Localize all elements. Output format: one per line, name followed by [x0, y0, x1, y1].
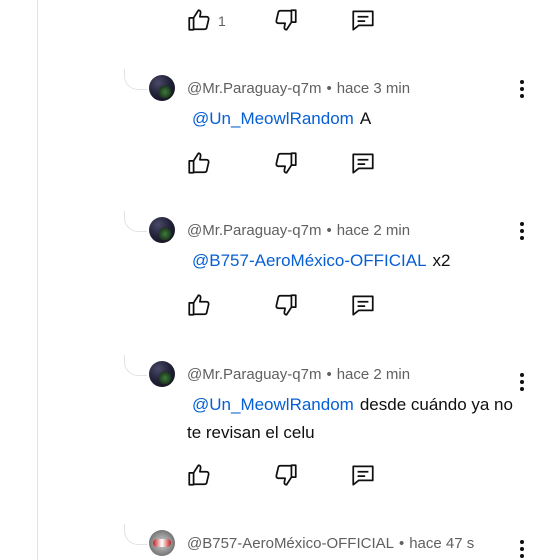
- meta-separator: •: [398, 535, 405, 552]
- meta-separator: •: [326, 80, 332, 97]
- thumb-up-icon: [188, 152, 210, 174]
- avatar[interactable]: [149, 530, 175, 556]
- comment-meta: @B757-AeroMéxico-OFFICIAL • hace 47 s: [187, 535, 474, 552]
- thumb-up-icon: [188, 464, 210, 486]
- like-button[interactable]: [186, 150, 212, 176]
- more-options-button[interactable]: [515, 371, 529, 393]
- comment-meta: @Mr.Paraguay-q7m • hace 3 min: [187, 80, 410, 97]
- mention-link[interactable]: @B757-AeroMéxico-OFFICIAL: [192, 251, 427, 270]
- comment-reply-icon: [352, 295, 374, 316]
- thread-connector: [124, 524, 147, 545]
- like-button[interactable]: [186, 7, 212, 33]
- thumb-up-icon: [188, 294, 210, 316]
- comment-reply-icon: [352, 153, 374, 174]
- more-options-button[interactable]: [515, 538, 529, 560]
- like-button[interactable]: [186, 292, 212, 318]
- reply-item: @Mr.Paraguay-q7m • hace 2 min @B757-AeroMé…: [0, 211, 560, 359]
- reply-button[interactable]: [350, 292, 376, 318]
- comment-reply-icon: [352, 465, 374, 486]
- timestamp[interactable]: hace 2 min: [337, 366, 410, 383]
- avatar[interactable]: [149, 217, 175, 243]
- reply-button[interactable]: [350, 462, 376, 488]
- dislike-button[interactable]: [273, 7, 299, 33]
- thread-connector: [124, 69, 147, 90]
- reply-button[interactable]: [350, 150, 376, 176]
- meta-separator: •: [326, 222, 332, 239]
- timestamp[interactable]: hace 2 min: [337, 222, 410, 239]
- thumb-down-icon: [275, 464, 297, 486]
- more-options-button[interactable]: [515, 78, 529, 100]
- thumb-down-icon: [275, 9, 297, 31]
- author-name[interactable]: @Mr.Paraguay-q7m: [187, 366, 321, 383]
- mention-link[interactable]: @Un_MeowlRandom: [192, 395, 354, 414]
- thread-connector: [124, 211, 147, 232]
- thumb-down-icon: [275, 152, 297, 174]
- like-button[interactable]: [186, 462, 212, 488]
- reply-item: @Mr.Paraguay-q7m • hace 3 min @Un_MeowlRan…: [0, 69, 560, 217]
- reply-button[interactable]: [350, 7, 376, 33]
- reply-item: @B757-AeroMéxico-OFFICIAL • hace 47 s: [0, 524, 560, 560]
- comment-text: @Un_MeowlRandom desde cuándo ya no te rev…: [187, 391, 522, 447]
- comment-body: A: [359, 109, 372, 128]
- author-name[interactable]: @Mr.Paraguay-q7m: [187, 222, 321, 239]
- avatar[interactable]: [149, 75, 175, 101]
- thumb-down-icon: [275, 294, 297, 316]
- thread-connector: [124, 355, 147, 376]
- comment-text: @Un_MeowlRandom A: [187, 105, 522, 133]
- comment-meta: @Mr.Paraguay-q7m • hace 2 min: [187, 222, 410, 239]
- action-bar: [186, 150, 386, 180]
- author-name[interactable]: @B757-AeroMéxico-OFFICIAL: [187, 535, 394, 552]
- thumb-up-icon: [188, 9, 210, 31]
- action-bar: [186, 462, 386, 492]
- author-name[interactable]: @Mr.Paraguay-q7m: [187, 80, 321, 97]
- mention-link[interactable]: @Un_MeowlRandom: [192, 109, 354, 128]
- avatar[interactable]: [149, 361, 175, 387]
- timestamp[interactable]: hace 3 min: [337, 80, 410, 97]
- meta-separator: •: [326, 366, 332, 383]
- comment-reply-icon: [352, 10, 374, 31]
- like-count: 1: [218, 13, 226, 29]
- action-bar: [186, 292, 386, 322]
- top-action-bar: 1: [186, 7, 386, 37]
- dislike-button[interactable]: [273, 292, 299, 318]
- reply-item: @Mr.Paraguay-q7m • hace 2 min @Un_MeowlRan…: [0, 355, 560, 531]
- comment-body: x2: [432, 251, 451, 270]
- dislike-button[interactable]: [273, 150, 299, 176]
- comment-text: @B757-AeroMéxico-OFFICIAL x2: [187, 247, 522, 275]
- more-options-button[interactable]: [515, 220, 529, 242]
- dislike-button[interactable]: [273, 462, 299, 488]
- timestamp[interactable]: hace 47 s: [409, 535, 474, 552]
- comment-meta: @Mr.Paraguay-q7m • hace 2 min: [187, 366, 410, 383]
